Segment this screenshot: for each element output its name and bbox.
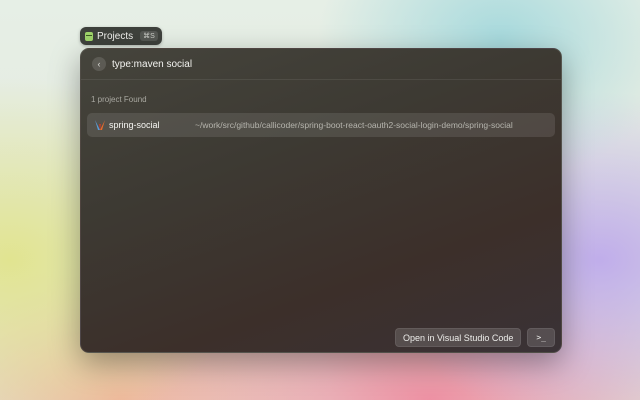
project-path: ~/work/src/github/callicoder/spring-boot… xyxy=(195,120,513,130)
folder-icon xyxy=(85,31,93,41)
project-title: spring-social xyxy=(109,120,160,130)
list-item[interactable]: spring-social ~/work/src/github/callicod… xyxy=(87,113,555,137)
open-in-vscode-button[interactable]: Open in Visual Studio Code xyxy=(394,328,522,347)
chevron-left-icon: ‹ xyxy=(97,59,101,69)
extension-tab[interactable]: Projects ⌘S xyxy=(80,27,162,45)
back-button[interactable]: ‹ xyxy=(92,57,106,71)
extension-shortcut: ⌘S xyxy=(140,31,158,41)
search-input[interactable]: type:maven social xyxy=(112,59,192,70)
extension-title: Projects xyxy=(97,30,134,42)
launcher-window: ‹ type:maven social 1 project Found spri… xyxy=(80,48,562,353)
terminal-button[interactable]: >_ xyxy=(527,328,555,347)
search-bar: ‹ type:maven social xyxy=(81,49,561,80)
maven-icon xyxy=(95,120,105,130)
action-bar: Open in Visual Studio Code >_ xyxy=(394,328,555,347)
section-label: 1 project Found xyxy=(91,95,147,104)
